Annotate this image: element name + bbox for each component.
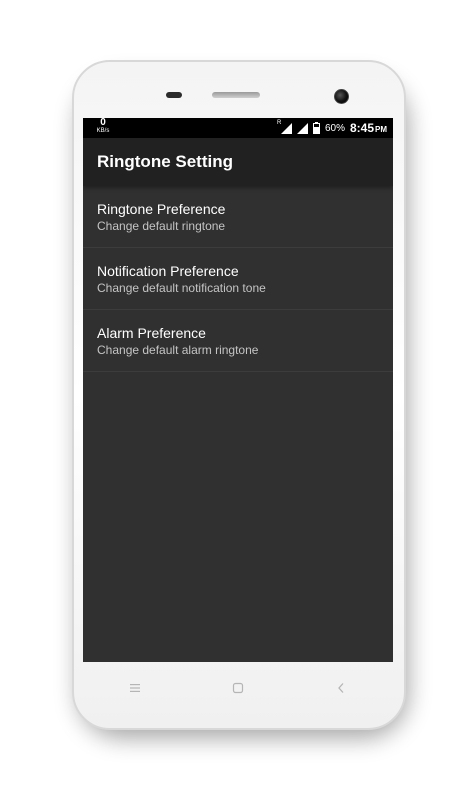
battery-icon (312, 122, 320, 134)
back-icon (338, 683, 344, 693)
preference-title: Alarm Preference (97, 324, 206, 341)
home-icon (232, 682, 244, 694)
battery-percent: 60% (324, 122, 345, 134)
network-speed-value: 0 (100, 118, 106, 128)
status-bar: 0 KB/s R 60% 8:45PM (83, 118, 393, 138)
notification-preference-item[interactable]: Notification Preference Change default n… (83, 248, 393, 310)
ringtone-preference-item[interactable]: Ringtone Preference Change default ringt… (83, 186, 393, 248)
screen: 0 KB/s R 60% 8:45PM Ringtone Setting Rin… (83, 118, 393, 662)
alarm-preference-item[interactable]: Alarm Preference Change default alarm ri… (83, 310, 393, 372)
earpiece-speaker (212, 92, 260, 98)
page-title: Ringtone Setting (97, 152, 233, 171)
preference-title: Notification Preference (97, 262, 239, 279)
preference-summary: Change default alarm ringtone (97, 342, 259, 357)
hardware-nav-bar (83, 668, 393, 708)
signal-roaming-icon: R (277, 120, 292, 134)
signal-icon (296, 122, 308, 134)
sensor-dot (166, 92, 182, 98)
clock-ampm: PM (375, 125, 387, 134)
preference-list: Ringtone Preference Change default ringt… (83, 186, 393, 372)
preference-summary: Change default ringtone (97, 218, 226, 233)
roaming-indicator: R (276, 119, 282, 126)
clock: 8:45PM (350, 121, 387, 135)
back-button[interactable] (321, 673, 361, 703)
menu-button[interactable] (115, 673, 155, 703)
preference-title: Ringtone Preference (97, 200, 226, 217)
preference-summary: Change default notification tone (97, 280, 266, 295)
menu-icon (129, 684, 140, 692)
network-speed-unit: KB/s (96, 128, 110, 134)
home-button[interactable] (218, 673, 258, 703)
front-camera (334, 89, 349, 104)
app-bar: Ringtone Setting (83, 138, 393, 186)
network-speed: 0 KB/s (93, 118, 113, 135)
clock-time: 8:45 (349, 121, 374, 135)
status-icons: R 60% 8:45PM (277, 120, 387, 136)
